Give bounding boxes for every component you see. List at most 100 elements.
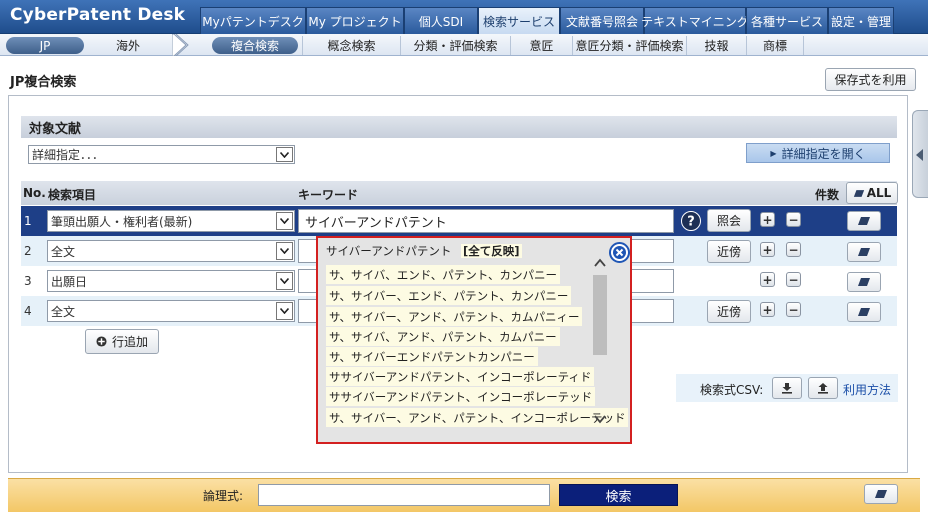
- clear-all-button[interactable]: ALL: [846, 182, 898, 204]
- reflect-all-link[interactable]: [全て反映]: [461, 244, 522, 258]
- search-item-select-4[interactable]: 全文: [47, 300, 295, 322]
- row-number: 4: [24, 304, 32, 318]
- upload-icon: [818, 383, 828, 394]
- tab-search-service[interactable]: 検索サービス: [478, 7, 560, 34]
- suggestion-item[interactable]: ササイバーアンドパテント、インコーポレーテッド: [326, 387, 596, 406]
- suggestion-header: サイバーアンドパテント [全て反映]: [326, 243, 522, 259]
- logic-label: 論理式:: [203, 489, 244, 503]
- suggestion-item[interactable]: サ、サイバー、アンド、パテント、インコーポレーテッド: [326, 408, 629, 427]
- target-documents-header: 対象文献: [21, 116, 897, 138]
- add-row-label: 行追加: [111, 335, 148, 349]
- subnav-design[interactable]: 意匠: [510, 36, 572, 55]
- app-logo: CyberPatent Desk: [10, 5, 186, 25]
- remove-condition-button[interactable]: −: [786, 212, 801, 227]
- remove-condition-button[interactable]: −: [786, 242, 801, 257]
- suggestion-item[interactable]: サ、サイバ、アンド、パテント、カムパニー: [326, 327, 560, 346]
- usage-link[interactable]: 利用方法: [843, 381, 891, 398]
- add-condition-button[interactable]: +: [760, 272, 775, 287]
- subnav-concept-search[interactable]: 概念検索: [302, 36, 400, 55]
- remove-condition-button[interactable]: −: [786, 302, 801, 317]
- search-item-select-2[interactable]: 全文: [47, 240, 295, 262]
- clear-row-button[interactable]: [847, 211, 881, 231]
- tab-text-mining[interactable]: テキストマイニング: [641, 7, 749, 34]
- eraser-icon: [853, 189, 864, 197]
- lookup-button[interactable]: 照会: [707, 209, 751, 232]
- keyword-suggestion-popup: サイバーアンドパテント [全て反映] サ、サイバ、エンド、パテント、カンパニー …: [316, 236, 632, 444]
- logic-expression-input[interactable]: [258, 484, 550, 506]
- row-number: 2: [24, 244, 32, 258]
- search-item-value: 出願日: [51, 274, 88, 289]
- target-documents-value: 詳細指定．．．: [32, 148, 105, 162]
- csv-upload-button[interactable]: [808, 377, 838, 399]
- use-saved-query-button[interactable]: 保存式を利用: [825, 68, 916, 91]
- subnav-trademark[interactable]: 商標: [746, 36, 804, 55]
- close-icon[interactable]: [609, 242, 630, 263]
- suggestion-item[interactable]: ササイバーアンドパテント、インコーポレーティド: [326, 367, 595, 386]
- region-foreign-button[interactable]: 海外: [86, 36, 170, 55]
- add-row-button[interactable]: 行追加: [85, 329, 159, 354]
- chevron-down-icon: [276, 302, 293, 320]
- column-no: No.: [23, 186, 46, 200]
- download-icon: [782, 383, 792, 394]
- subnav-design-classification-search[interactable]: 意匠分類・評価検索: [572, 36, 686, 55]
- proximity-button[interactable]: 近傍: [707, 300, 751, 323]
- tab-my-project[interactable]: My プロジェクト: [306, 7, 404, 34]
- clear-row-button[interactable]: [847, 242, 881, 262]
- eraser-icon: [858, 217, 870, 225]
- search-item-value: 筆頭出願人・権利者(最新): [51, 214, 193, 229]
- search-table-header: [21, 181, 897, 205]
- eraser-icon: [858, 248, 870, 256]
- eraser-icon: [858, 308, 870, 316]
- column-keyword: キーワード: [298, 188, 359, 202]
- add-condition-button[interactable]: +: [760, 242, 775, 257]
- suggestion-item[interactable]: サ、サイバー、エンド、パテント、カンパニー: [326, 286, 572, 305]
- side-panel-toggle[interactable]: [912, 110, 928, 198]
- target-documents-select[interactable]: 詳細指定．．．: [28, 145, 295, 164]
- keyword-input-1[interactable]: サイバーアンドパテント: [298, 209, 674, 233]
- csv-download-button[interactable]: [772, 377, 802, 399]
- suggestion-item[interactable]: サ、サイバーエンドパテントカンパニー: [326, 347, 538, 366]
- help-icon[interactable]: ?: [681, 211, 701, 231]
- collapse-arrow-icon: [916, 149, 923, 161]
- subnav-complex-search[interactable]: 複合検索: [212, 37, 298, 54]
- subnav-technical-reports[interactable]: 技報: [686, 36, 746, 55]
- search-item-value: 全文: [51, 244, 76, 259]
- chevron-down-icon: [276, 212, 293, 230]
- chevron-right-icon: [172, 34, 189, 56]
- row-number: 3: [24, 274, 32, 288]
- open-detail-label: 詳細指定を開く: [781, 146, 866, 161]
- eraser-icon: [875, 490, 887, 498]
- scroll-up-icon[interactable]: [594, 258, 606, 268]
- tab-various-services[interactable]: 各種サービス: [746, 7, 828, 34]
- suggestion-item[interactable]: サ、サイバー、アンド、パテント、カムパニィー: [326, 307, 583, 326]
- clear-row-button[interactable]: [847, 302, 881, 322]
- tab-settings-management[interactable]: 設定・管理: [828, 7, 894, 34]
- search-button[interactable]: 検索: [559, 484, 678, 506]
- open-detail-button[interactable]: ▶ 詳細指定を開く: [746, 143, 890, 163]
- search-item-select-1[interactable]: 筆頭出願人・権利者(最新): [47, 210, 295, 232]
- page-title: JP複合検索: [10, 75, 77, 90]
- add-condition-button[interactable]: +: [760, 302, 775, 317]
- suggestion-header-text: サイバーアンドパテント: [326, 244, 452, 258]
- remove-condition-button[interactable]: −: [786, 272, 801, 287]
- suggestion-item[interactable]: サ、サイバ、エンド、パテント、カンパニー: [326, 265, 561, 284]
- scrollbar-thumb[interactable]: [593, 275, 607, 355]
- csv-label: 検索式CSV:: [700, 383, 764, 397]
- plus-circle-icon: [96, 336, 107, 347]
- eraser-icon: [858, 278, 870, 286]
- tab-my-patent-desk[interactable]: Myパテントデスク: [200, 7, 306, 34]
- clear-row-button[interactable]: [847, 272, 881, 292]
- scroll-down-icon[interactable]: [594, 414, 606, 424]
- triangle-right-icon: ▶: [770, 148, 777, 158]
- clear-logic-button[interactable]: [864, 484, 898, 504]
- add-condition-button[interactable]: +: [760, 212, 775, 227]
- svg-text:?: ?: [687, 215, 695, 230]
- search-item-select-3[interactable]: 出願日: [47, 270, 295, 292]
- tab-document-number-lookup[interactable]: 文献番号照会: [560, 7, 644, 34]
- subnav-classification-search[interactable]: 分類・評価検索: [400, 36, 510, 55]
- region-jp-button[interactable]: JP: [6, 37, 84, 54]
- chevron-down-icon: [276, 242, 293, 260]
- chevron-down-icon: [276, 272, 293, 290]
- proximity-button[interactable]: 近傍: [707, 240, 751, 263]
- tab-personal-sdi[interactable]: 個人SDI: [404, 7, 478, 34]
